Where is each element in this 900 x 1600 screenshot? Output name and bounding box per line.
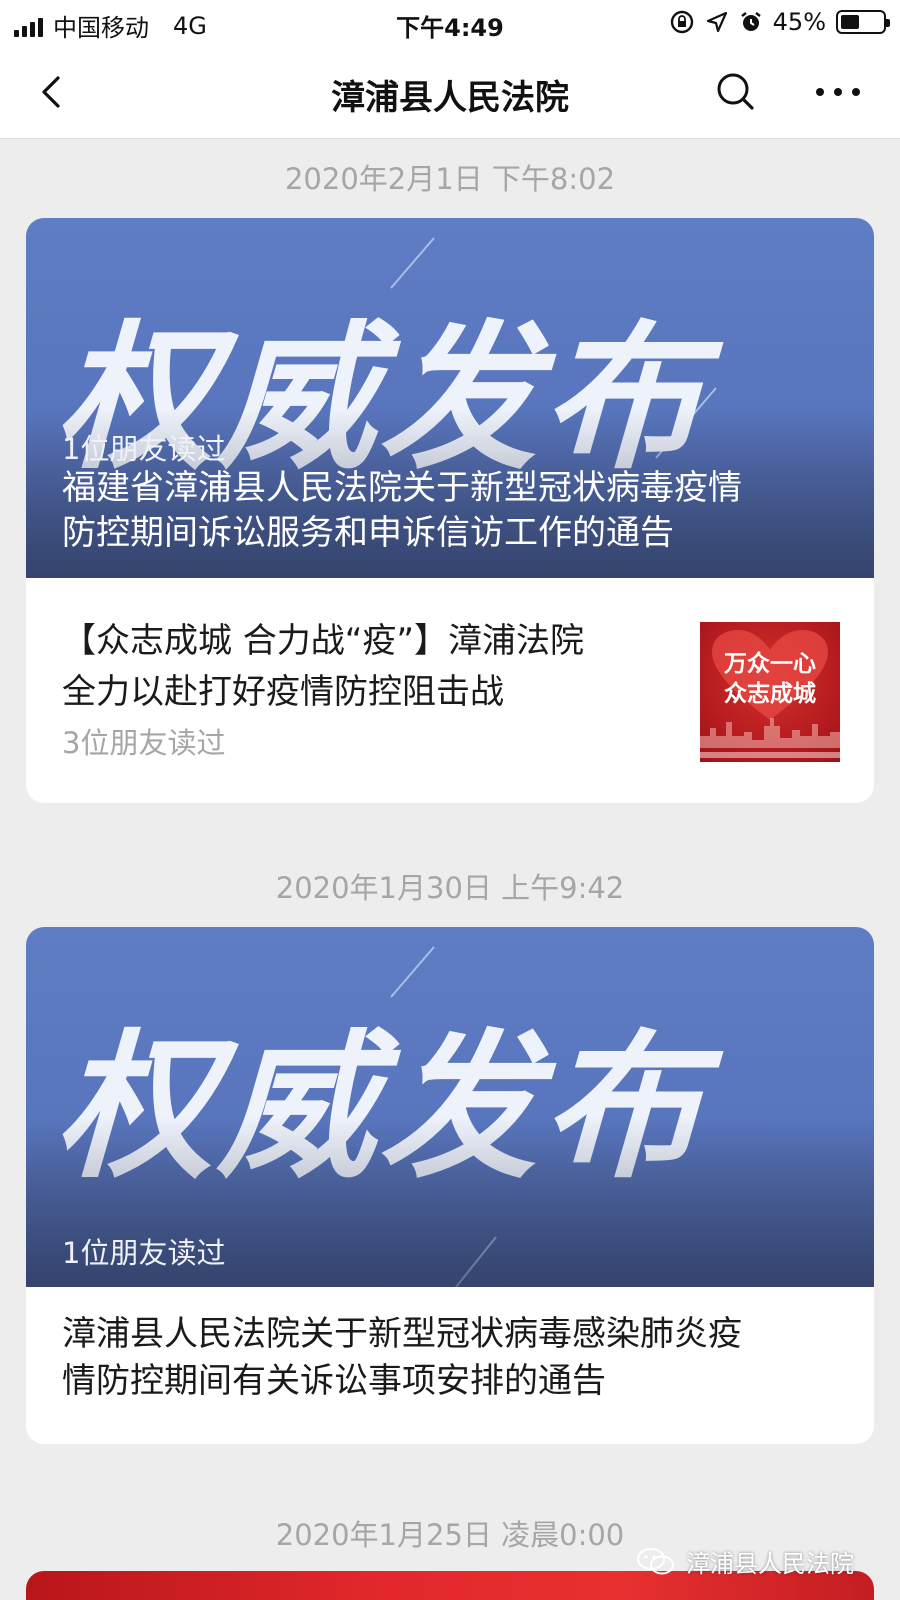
article-title-line: 漳浦县人民法院关于新型冠状病毒感染肺炎疫 <box>62 1314 742 1354</box>
sub-article-title: 【众志成城 合力战“疫”】漳浦法院 全力以赴打好疫情防控阻击战 <box>62 616 662 718</box>
battery-percent: 45% <box>772 8 826 36</box>
cover-readers: 1位朋友读过 <box>62 432 226 466</box>
page-title: 漳浦县人民法院 <box>331 78 569 118</box>
sub-article[interactable]: 【众志成城 合力战“疫”】漳浦法院 全力以赴打好疫情防控阻击战 3位朋友读过 万… <box>26 578 874 803</box>
thumbnail-caption-bar <box>700 752 840 758</box>
message-timestamp: 2020年1月30日 上午9:42 <box>275 871 625 905</box>
battery-fill <box>841 15 859 29</box>
cover-title: 福建省漳浦县人民法院关于新型冠状病毒疫情 防控期间诉讼服务和申诉信访工作的通告 <box>62 466 842 556</box>
watermark-text: 漳浦县人民法院 <box>686 1550 854 1578</box>
sub-article-title-line: 全力以赴打好疫情防控阻击战 <box>62 672 504 712</box>
location-arrow-icon <box>706 11 727 33</box>
sub-article-title-line: 【众志成城 合力战“疫”】漳浦法院 <box>62 621 585 661</box>
article-card: 权威发布 1位朋友读过 漳浦县人民法院关于新型冠状病毒感染肺炎疫 情防控期间有关… <box>26 927 874 1444</box>
thumbnail-text: 众志成城 <box>724 681 816 707</box>
search-icon[interactable] <box>712 68 760 116</box>
article-title-line: 情防控期间有关诉讼事项安排的通告 <box>62 1361 606 1401</box>
article-card: 权威发布 1位朋友读过 福建省漳浦县人民法院关于新型冠状病毒疫情 防控期间诉讼服… <box>26 218 874 803</box>
cover-readers: 1位朋友读过 <box>62 1236 226 1270</box>
article-thumbnail: 万众一心 众志成城 <box>700 622 840 762</box>
nav-bar: 漳浦县人民法院 <box>0 46 900 139</box>
article-title: 漳浦县人民法院关于新型冠状病毒感染肺炎疫 情防控期间有关诉讼事项安排的通告 <box>62 1311 852 1405</box>
cover-title-line: 福建省漳浦县人民法院关于新型冠状病毒疫情 <box>62 468 742 508</box>
message-timestamp: 2020年2月1日 下午8:02 <box>284 162 616 196</box>
thumbnail-text: 万众一心 <box>724 651 816 677</box>
more-icon[interactable] <box>812 68 864 116</box>
sub-article-readers: 3位朋友读过 <box>62 726 226 760</box>
chevron-left-icon[interactable] <box>28 66 80 118</box>
article-title-block[interactable]: 漳浦县人民法院关于新型冠状病毒感染肺炎疫 情防控期间有关诉讼事项安排的通告 <box>26 1287 874 1444</box>
watermark: 漳浦县人民法院 <box>636 1544 854 1579</box>
status-bar: 中国移动 4G 下午4:49 45% <box>0 0 900 46</box>
battery-icon <box>836 10 890 34</box>
cover-article[interactable]: 权威发布 1位朋友读过 福建省漳浦县人民法院关于新型冠状病毒疫情 防控期间诉讼服… <box>26 218 874 578</box>
cover-article[interactable]: 权威发布 1位朋友读过 <box>26 927 874 1287</box>
status-right: 45% <box>669 8 890 36</box>
wechat-icon <box>637 1547 674 1574</box>
cover-title-line: 防控期间诉讼服务和申诉信访工作的通告 <box>62 513 674 553</box>
rotation-lock-icon <box>670 10 693 34</box>
skyline-image <box>700 718 840 748</box>
alarm-clock-icon <box>740 12 761 31</box>
